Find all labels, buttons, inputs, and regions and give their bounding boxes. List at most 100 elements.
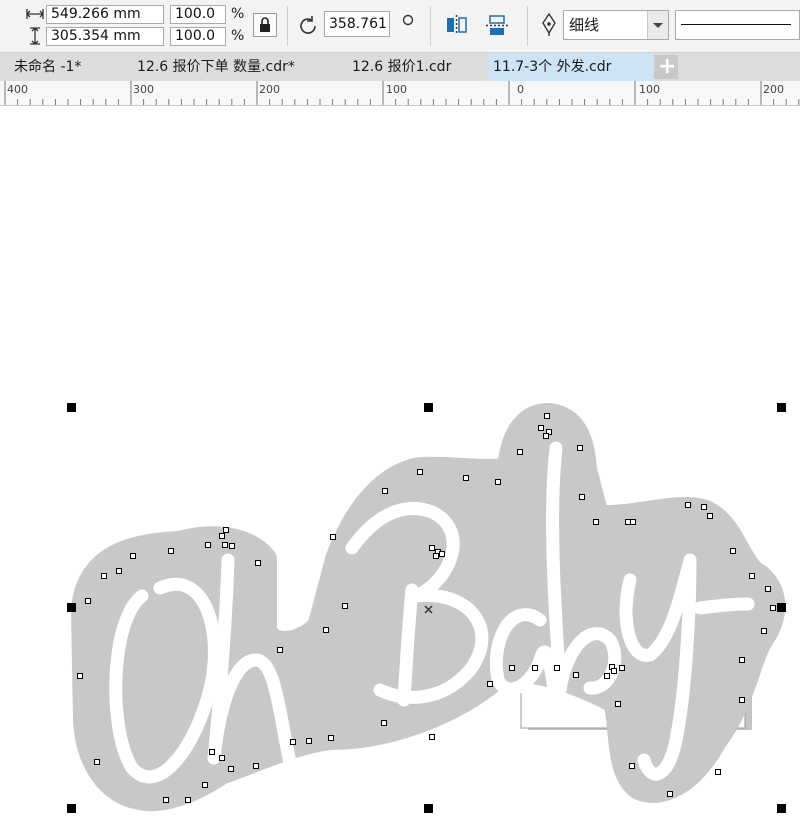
- object-height-field[interactable]: 305.354 mm: [46, 27, 164, 46]
- mirror-vertical-button[interactable]: [484, 13, 510, 39]
- path-node[interactable]: [185, 797, 191, 803]
- path-node[interactable]: [761, 628, 767, 634]
- path-node[interactable]: [163, 797, 169, 803]
- path-node[interactable]: [611, 668, 617, 674]
- drawing-canvas[interactable]: [0, 106, 800, 833]
- path-node[interactable]: [306, 738, 312, 744]
- object-width-field[interactable]: 549.266 mm: [46, 5, 164, 24]
- path-node[interactable]: [439, 551, 445, 557]
- path-node[interactable]: [168, 548, 174, 554]
- path-node[interactable]: [228, 766, 234, 772]
- property-bar: 549.266 mm 305.354 mm 100.0 100.0 % % 35…: [0, 0, 800, 53]
- path-node[interactable]: [85, 598, 91, 604]
- path-node[interactable]: [277, 647, 283, 653]
- path-node[interactable]: [593, 519, 599, 525]
- path-node[interactable]: [495, 479, 501, 485]
- path-node[interactable]: [101, 573, 107, 579]
- path-node[interactable]: [205, 542, 211, 548]
- path-node[interactable]: [433, 553, 439, 559]
- path-node[interactable]: [667, 791, 673, 797]
- tab-outsource-3[interactable]: 11.7-3个 外发.cdr: [487, 53, 658, 81]
- path-node[interactable]: [463, 475, 469, 481]
- path-node[interactable]: [77, 673, 83, 679]
- path-node[interactable]: [625, 519, 631, 525]
- ruler-label: 200: [259, 83, 280, 96]
- tab-untitled-1[interactable]: 未命名 -1*: [0, 53, 132, 81]
- path-node[interactable]: [538, 425, 544, 431]
- path-node[interactable]: [330, 534, 336, 540]
- scale-y-field[interactable]: 100.0: [170, 27, 226, 46]
- path-node[interactable]: [629, 763, 635, 769]
- path-node[interactable]: [382, 488, 388, 494]
- path-node[interactable]: [573, 672, 579, 678]
- path-node[interactable]: [685, 502, 691, 508]
- mirror-vertical-icon: [486, 15, 508, 35]
- path-node[interactable]: [487, 681, 493, 687]
- line-style-dropdown[interactable]: [675, 10, 800, 40]
- path-node[interactable]: [229, 543, 235, 549]
- path-node[interactable]: [381, 720, 387, 726]
- path-node[interactable]: [615, 701, 621, 707]
- ruler-label: 400: [7, 83, 28, 96]
- path-node[interactable]: [429, 545, 435, 551]
- path-node[interactable]: [715, 769, 721, 775]
- path-node[interactable]: [116, 568, 122, 574]
- ruler-label: 100: [639, 83, 660, 96]
- path-node[interactable]: [577, 445, 583, 451]
- outline-dropdown-arrow[interactable]: [647, 11, 668, 39]
- path-node[interactable]: [730, 548, 736, 554]
- path-node[interactable]: [619, 665, 625, 671]
- plus-icon: +: [658, 54, 677, 79]
- path-node[interactable]: [543, 433, 549, 439]
- path-node[interactable]: [630, 519, 636, 525]
- ruler-label: 200: [763, 83, 784, 96]
- path-node[interactable]: [417, 469, 423, 475]
- path-node[interactable]: [290, 739, 296, 745]
- path-node[interactable]: [739, 697, 745, 703]
- path-node[interactable]: [429, 734, 435, 740]
- path-node[interactable]: [130, 553, 136, 559]
- path-node[interactable]: [544, 413, 550, 419]
- path-node[interactable]: [749, 573, 755, 579]
- path-node[interactable]: [219, 755, 225, 761]
- horizontal-ruler[interactable]: 400 300 200 100 0 100 200: [0, 81, 800, 106]
- path-node[interactable]: [323, 627, 329, 633]
- mirror-horizontal-button[interactable]: [444, 13, 470, 37]
- path-node[interactable]: [202, 782, 208, 788]
- path-node[interactable]: [554, 665, 560, 671]
- path-node[interactable]: [517, 449, 523, 455]
- path-node[interactable]: [253, 763, 259, 769]
- path-node[interactable]: [223, 527, 229, 533]
- tab-quote-1[interactable]: 12.6 报价1.cdr: [346, 53, 482, 81]
- separator: [430, 6, 431, 46]
- path-node[interactable]: [255, 560, 261, 566]
- path-node[interactable]: [94, 759, 100, 765]
- add-tab-button[interactable]: +: [654, 54, 678, 79]
- chevron-down-icon: [653, 23, 663, 28]
- path-node[interactable]: [509, 665, 515, 671]
- path-node[interactable]: [222, 542, 228, 548]
- path-node[interactable]: [701, 504, 707, 510]
- line-style-preview: [681, 24, 791, 25]
- path-node[interactable]: [342, 603, 348, 609]
- path-node[interactable]: [739, 657, 745, 663]
- path-node[interactable]: [579, 494, 585, 500]
- path-node[interactable]: [209, 749, 215, 755]
- path-node[interactable]: [604, 673, 610, 679]
- path-node[interactable]: [770, 605, 776, 611]
- rotation-angle-field[interactable]: 358.761: [324, 11, 390, 37]
- lock-ratio-button[interactable]: [253, 13, 277, 37]
- ruler-label: 0: [517, 83, 524, 96]
- tab-quote-order[interactable]: 12.6 报价下单 数量.cdr*: [132, 53, 337, 81]
- ruler-label: 100: [386, 83, 407, 96]
- ruler-label: 300: [133, 83, 154, 96]
- path-node[interactable]: [765, 586, 771, 592]
- rotate-icon: [300, 16, 316, 34]
- outline-width-dropdown[interactable]: 细线: [563, 10, 669, 40]
- path-node[interactable]: [328, 735, 334, 741]
- separator: [527, 6, 528, 46]
- path-node[interactable]: [532, 665, 538, 671]
- path-node[interactable]: [219, 533, 225, 539]
- path-node[interactable]: [707, 513, 713, 519]
- scale-x-field[interactable]: 100.0: [170, 5, 226, 24]
